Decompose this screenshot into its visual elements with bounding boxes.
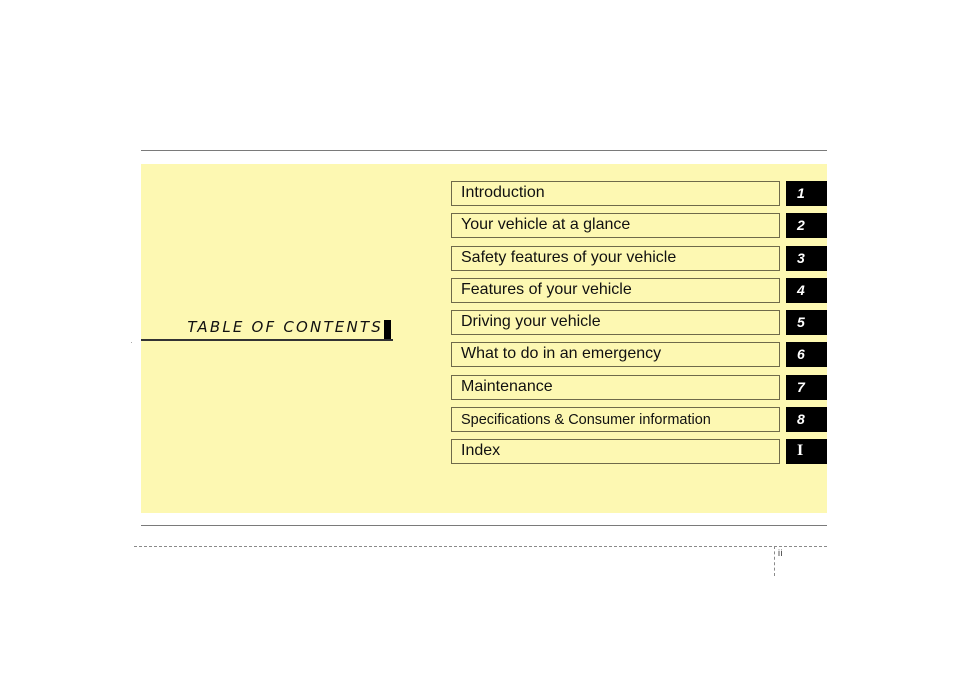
chapter-tab[interactable]: 6	[786, 342, 827, 367]
chapter-label: Maintenance	[461, 378, 553, 395]
chapter-row-maintenance[interactable]: Maintenance 7	[451, 375, 827, 400]
chapter-row-driving[interactable]: Driving your vehicle 5	[451, 310, 827, 335]
footer-dotted-divider	[774, 546, 775, 576]
chapter-row-emergency[interactable]: What to do in an emergency 6	[451, 342, 827, 367]
chapter-tab[interactable]: 4	[786, 278, 827, 303]
chapter-number: 3	[797, 250, 805, 266]
chapter-label: Features of your vehicle	[461, 281, 632, 298]
chapter-row-vehicle-at-a-glance[interactable]: Your vehicle at a glance 2	[451, 213, 827, 238]
chapter-label: Safety features of your vehicle	[461, 249, 677, 266]
chapter-row-index[interactable]: Index I	[451, 439, 827, 464]
chapter-link[interactable]: Index	[451, 439, 780, 464]
chapter-tab[interactable]: 2	[786, 213, 827, 238]
bottom-rule	[141, 525, 827, 526]
chapter-number: 4	[797, 282, 805, 298]
chapter-number: 8	[797, 411, 805, 427]
chapter-number: 6	[797, 346, 805, 362]
chapter-tab[interactable]: 5	[786, 310, 827, 335]
chapter-link[interactable]: Features of your vehicle	[451, 278, 780, 303]
chapter-number: I	[797, 442, 804, 459]
toc-heading: TABLE OF CONTENTS	[141, 316, 393, 341]
chapter-tab[interactable]: 3	[786, 246, 827, 271]
chapter-link[interactable]: Driving your vehicle	[451, 310, 780, 335]
chapter-row-safety-features[interactable]: Safety features of your vehicle 3	[451, 246, 827, 271]
chapter-link[interactable]: What to do in an emergency	[451, 342, 780, 367]
chapter-tab[interactable]: 7	[786, 375, 827, 400]
chapter-link[interactable]: Your vehicle at a glance	[451, 213, 780, 238]
title-bar-marker	[384, 320, 391, 340]
chapter-number: 1	[797, 185, 805, 201]
chapter-label: Introduction	[461, 184, 545, 201]
chapter-number: 2	[797, 217, 805, 233]
page-number: ii	[778, 548, 783, 558]
chapter-tab[interactable]: 8	[786, 407, 827, 432]
top-rule	[141, 150, 827, 151]
chapter-number: 7	[797, 379, 805, 395]
chapter-label: Index	[461, 442, 501, 459]
chapter-label: Specifications & Consumer information	[461, 412, 711, 428]
chapter-row-introduction[interactable]: Introduction 1	[451, 181, 827, 206]
chapter-link[interactable]: Introduction	[451, 181, 780, 206]
chapter-label: Your vehicle at a glance	[461, 216, 631, 233]
chapter-label: What to do in an emergency	[461, 345, 662, 362]
chapter-label: Driving your vehicle	[461, 313, 601, 330]
chapter-link[interactable]: Safety features of your vehicle	[451, 246, 780, 271]
chapter-link[interactable]: Maintenance	[451, 375, 780, 400]
toc-title: TABLE OF CONTENTS	[187, 318, 383, 336]
chapter-link[interactable]: Specifications & Consumer information	[451, 407, 780, 432]
title-underline	[141, 339, 393, 341]
chapter-tab[interactable]: 1	[786, 181, 827, 206]
chapter-tab[interactable]: I	[786, 439, 827, 464]
chapter-row-specifications[interactable]: Specifications & Consumer information 8	[451, 407, 827, 432]
chapter-number: 5	[797, 314, 805, 330]
footer-dotted-rule	[134, 546, 827, 547]
chapter-row-features[interactable]: Features of your vehicle 4	[451, 278, 827, 303]
margin-mark	[131, 342, 132, 343]
